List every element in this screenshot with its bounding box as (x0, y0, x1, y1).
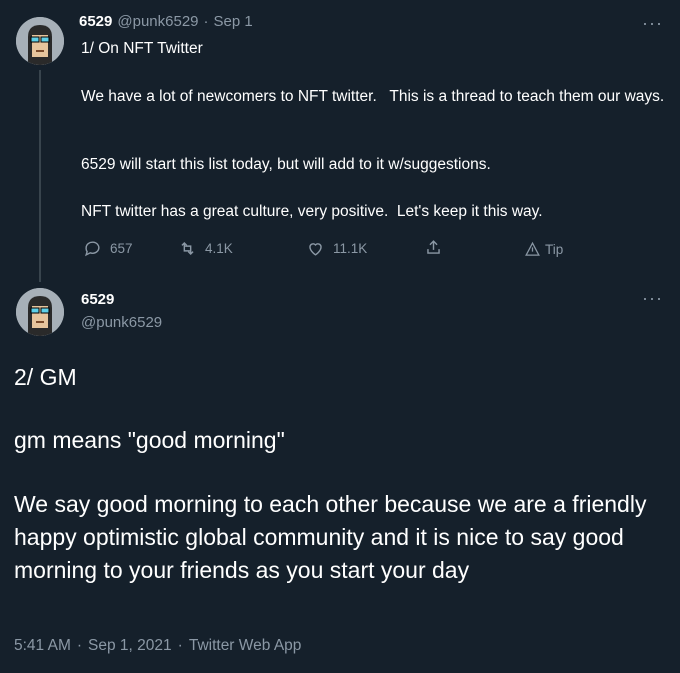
tweet-source[interactable]: Twitter Web App (189, 637, 302, 655)
tweet-text-paragraph-4: NFT twitter has a great culture, very po… (81, 203, 543, 220)
tweet-text-paragraph-2: We have a lot of newcomers to NFT twitte… (81, 88, 665, 105)
share-button[interactable] (424, 238, 443, 257)
retweet-count: 4.1K (205, 241, 233, 256)
display-name[interactable]: 6529 (79, 13, 112, 30)
retweet-icon (181, 241, 194, 256)
like-icon (309, 243, 322, 256)
thread-line (39, 70, 41, 282)
tweet-time[interactable]: 5:41 AM (14, 637, 71, 655)
tweet-date[interactable]: Sep 1, 2021 (88, 637, 172, 655)
avatar[interactable] (16, 17, 64, 65)
like-button[interactable]: 11.1K (306, 239, 367, 258)
retweet-button[interactable]: 4.1K (178, 239, 233, 258)
separator: · (177, 637, 183, 654)
reply-icon (85, 241, 100, 257)
handle[interactable]: @punk6529 (81, 314, 162, 331)
tip-label: Tip (545, 242, 564, 257)
tip-button[interactable]: Tip (524, 241, 563, 258)
separator: · (203, 13, 209, 30)
more-icon[interactable]: ··· (642, 13, 663, 34)
tweet-text-line-1: 2/ GM (14, 364, 77, 390)
share-icon (427, 240, 440, 254)
avatar[interactable] (16, 288, 64, 336)
tweet-text-paragraph-3: 6529 will start this list today, but wil… (81, 156, 491, 173)
tweet-text-paragraph-2: gm means "good morning" (14, 427, 285, 453)
reply-count: 657 (110, 241, 133, 256)
like-count: 11.1K (333, 241, 368, 256)
tweet-date[interactable]: Sep 1 (214, 13, 253, 30)
separator: · (76, 637, 83, 654)
tip-icon (525, 241, 540, 256)
handle[interactable]: @punk6529 (117, 13, 198, 30)
tweet-text-line-1: 1/ On NFT Twitter (81, 40, 203, 57)
more-icon[interactable]: ··· (642, 288, 663, 309)
display-name[interactable]: 6529 (81, 291, 114, 308)
tweet-text-paragraph-3: We say good morning to each other becaus… (14, 491, 653, 583)
reply-button[interactable]: 657 (83, 239, 133, 258)
